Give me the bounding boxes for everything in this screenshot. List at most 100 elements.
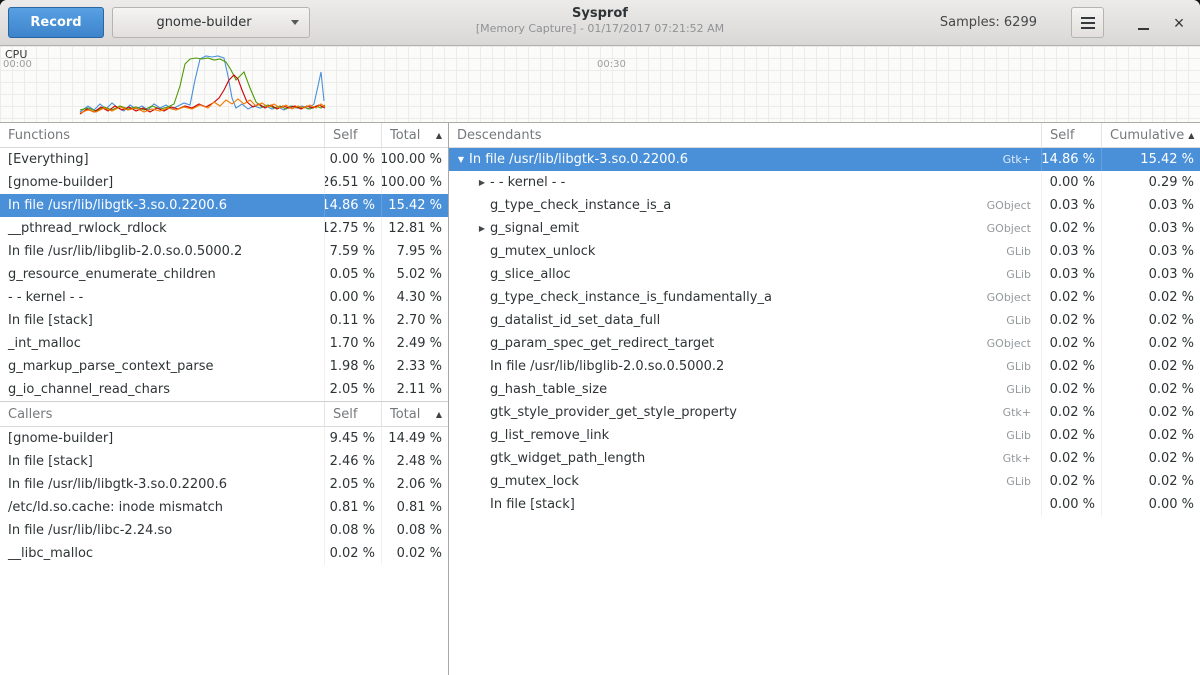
function-name-cell: ▶- - kernel - -	[449, 171, 1042, 194]
table-row[interactable]: g_io_channel_read_chars2.05 %2.11 %	[0, 378, 448, 401]
function-name: [gnome-builder]	[8, 431, 113, 446]
total-percent: 4.30 %	[382, 286, 448, 309]
table-row[interactable]: g_hash_table_sizeGLib0.02 %0.02 %	[449, 378, 1200, 401]
cumulative-percent: 0.03 %	[1102, 217, 1200, 240]
table-row[interactable]: - - kernel - -0.00 %4.30 %	[0, 286, 448, 309]
table-row[interactable]: __pthread_rwlock_rdlock12.75 %12.81 %	[0, 217, 448, 240]
column-header-self[interactable]: Self	[325, 123, 382, 147]
self-percent: 0.08 %	[325, 519, 382, 542]
function-name: g_markup_parse_context_parse	[8, 359, 214, 374]
table-row[interactable]: In file /usr/lib/libc-2.24.so0.08 %0.08 …	[0, 519, 448, 542]
expander-closed-icon[interactable]: ▶	[474, 178, 490, 187]
function-name: [Everything]	[8, 152, 89, 167]
function-name-cell: In file /usr/lib/libgtk-3.so.0.2200.6	[0, 194, 325, 217]
record-button[interactable]: Record	[8, 7, 104, 38]
table-row[interactable]: g_list_remove_linkGLib0.02 %0.02 %	[449, 424, 1200, 447]
cumulative-percent: 0.00 %	[1102, 493, 1200, 516]
library-category-label: GLib	[998, 360, 1041, 373]
table-row[interactable]: g_datalist_id_set_data_fullGLib0.02 %0.0…	[449, 309, 1200, 332]
cumulative-percent: 0.02 %	[1102, 424, 1200, 447]
library-category-label: GObject	[979, 222, 1041, 235]
library-category-label: GObject	[979, 337, 1041, 350]
descendants-table: Descendants Self Cumulative ▲ ▼In file /…	[449, 123, 1200, 516]
time-tick-start: 00:00	[3, 59, 32, 70]
menu-button[interactable]	[1071, 7, 1104, 38]
table-row[interactable]: ▼In file /usr/lib/libgtk-3.so.0.2200.6Gt…	[449, 148, 1200, 171]
column-header-functions[interactable]: Functions	[0, 123, 325, 147]
self-percent: 1.70 %	[325, 332, 382, 355]
column-header-cumulative[interactable]: Cumulative ▲	[1102, 123, 1200, 147]
table-row[interactable]: g_param_spec_get_redirect_targetGObject0…	[449, 332, 1200, 355]
table-row[interactable]: /etc/ld.so.cache: inode mismatch0.81 %0.…	[0, 496, 448, 519]
function-name-cell: ▶g_signal_emit GObject	[449, 217, 1042, 240]
table-row[interactable]: [gnome-builder]26.51 %100.00 %	[0, 171, 448, 194]
table-row[interactable]: In file /usr/lib/libgtk-3.so.0.2200.62.0…	[0, 473, 448, 496]
table-row[interactable]: gtk_widget_path_lengthGtk+0.02 %0.02 %	[449, 447, 1200, 470]
function-name-cell: g_type_check_instance_is_fundamentally_a…	[449, 286, 1042, 309]
expander-closed-icon[interactable]: ▶	[474, 224, 490, 233]
column-header-self[interactable]: Self	[325, 402, 382, 426]
self-percent: 0.02 %	[1042, 309, 1102, 332]
table-row[interactable]: g_resource_enumerate_children0.05 %5.02 …	[0, 263, 448, 286]
table-row[interactable]: g_mutex_lockGLib0.02 %0.02 %	[449, 470, 1200, 493]
table-row[interactable]: [Everything]0.00 %100.00 %	[0, 148, 448, 171]
self-percent: 0.02 %	[1042, 447, 1102, 470]
total-percent: 5.02 %	[382, 263, 448, 286]
column-header-total[interactable]: Total ▲	[382, 402, 448, 426]
header-right-cluster: Samples: 6299 ×	[940, 7, 1192, 38]
function-name-cell: g_markup_parse_context_parse	[0, 355, 325, 378]
table-row[interactable]: g_slice_allocGLib0.03 %0.03 %	[449, 263, 1200, 286]
cumulative-percent: 0.03 %	[1102, 240, 1200, 263]
function-name: In file /usr/lib/libglib-2.0.so.0.5000.2	[8, 244, 242, 259]
function-name-cell: [gnome-builder]	[0, 427, 325, 450]
table-row[interactable]: g_type_check_instance_is_fundamentally_a…	[449, 286, 1200, 309]
minimize-button[interactable]	[1130, 10, 1156, 36]
function-name-cell: g_hash_table_sizeGLib	[449, 378, 1042, 401]
total-percent: 100.00 %	[382, 171, 448, 194]
table-row[interactable]: In file /usr/lib/libglib-2.0.so.0.5000.2…	[449, 355, 1200, 378]
library-category-label: Gtk+	[995, 153, 1041, 166]
cpu-trace-blue	[80, 56, 324, 112]
expander-open-icon[interactable]: ▼	[453, 155, 469, 164]
table-row[interactable]: __libc_malloc0.02 %0.02 %	[0, 542, 448, 565]
library-category-label: Gtk+	[995, 452, 1041, 465]
cumulative-percent: 0.02 %	[1102, 332, 1200, 355]
table-row[interactable]: g_markup_parse_context_parse1.98 %2.33 %	[0, 355, 448, 378]
column-header-self[interactable]: Self	[1042, 123, 1102, 147]
table-row[interactable]: gtk_style_provider_get_style_propertyGtk…	[449, 401, 1200, 424]
table-row[interactable]: In file /usr/lib/libgtk-3.so.0.2200.614.…	[0, 194, 448, 217]
table-row[interactable]: ▶g_signal_emitGObject0.02 %0.03 %	[449, 217, 1200, 240]
cpu-graph[interactable]: CPU 00:00 00:30	[0, 46, 1200, 123]
table-row[interactable]: _int_malloc1.70 %2.49 %	[0, 332, 448, 355]
close-button[interactable]: ×	[1166, 10, 1192, 36]
sort-indicator-icon: ▲	[432, 410, 442, 419]
table-row[interactable]: g_type_check_instance_is_aGObject0.03 %0…	[449, 194, 1200, 217]
total-percent: 2.70 %	[382, 309, 448, 332]
table-row[interactable]: In file [stack]0.11 %2.70 %	[0, 309, 448, 332]
self-percent: 2.46 %	[325, 450, 382, 473]
function-name: In file /usr/lib/libgtk-3.so.0.2200.6	[8, 477, 227, 492]
functions-table: Functions Self Total ▲ [Everything]0.00 …	[0, 123, 448, 401]
window-subtitle: [Memory Capture] - 01/17/2017 07:21:52 A…	[476, 22, 724, 36]
column-header-descendants[interactable]: Descendants	[449, 123, 1042, 147]
cumulative-percent: 0.02 %	[1102, 378, 1200, 401]
function-name: In file [stack]	[8, 454, 93, 469]
function-name: g_signal_emit	[490, 221, 579, 236]
table-row[interactable]: ▶- - kernel - -0.00 %0.29 %	[449, 171, 1200, 194]
table-row[interactable]: In file [stack]2.46 %2.48 %	[0, 450, 448, 473]
column-header-total[interactable]: Total ▲	[382, 123, 448, 147]
table-row[interactable]: [gnome-builder]9.45 %14.49 %	[0, 427, 448, 450]
function-name-cell: g_type_check_instance_is_aGObject	[449, 194, 1042, 217]
self-percent: 14.86 %	[1042, 148, 1102, 171]
total-percent: 15.42 %	[382, 194, 448, 217]
function-name: In file /usr/lib/libgtk-3.so.0.2200.6	[8, 198, 227, 213]
table-row[interactable]: In file /usr/lib/libglib-2.0.so.0.5000.2…	[0, 240, 448, 263]
column-header-callers[interactable]: Callers	[0, 402, 325, 426]
process-selector-dropdown[interactable]: gnome-builder	[112, 7, 310, 38]
total-percent: 12.81 %	[382, 217, 448, 240]
self-percent: 2.05 %	[325, 378, 382, 401]
table-row[interactable]: g_mutex_unlockGLib0.03 %0.03 %	[449, 240, 1200, 263]
table-row[interactable]: In file [stack]0.00 %0.00 %	[449, 493, 1200, 516]
library-category-label: GLib	[998, 245, 1041, 258]
self-percent: 0.00 %	[1042, 171, 1102, 194]
